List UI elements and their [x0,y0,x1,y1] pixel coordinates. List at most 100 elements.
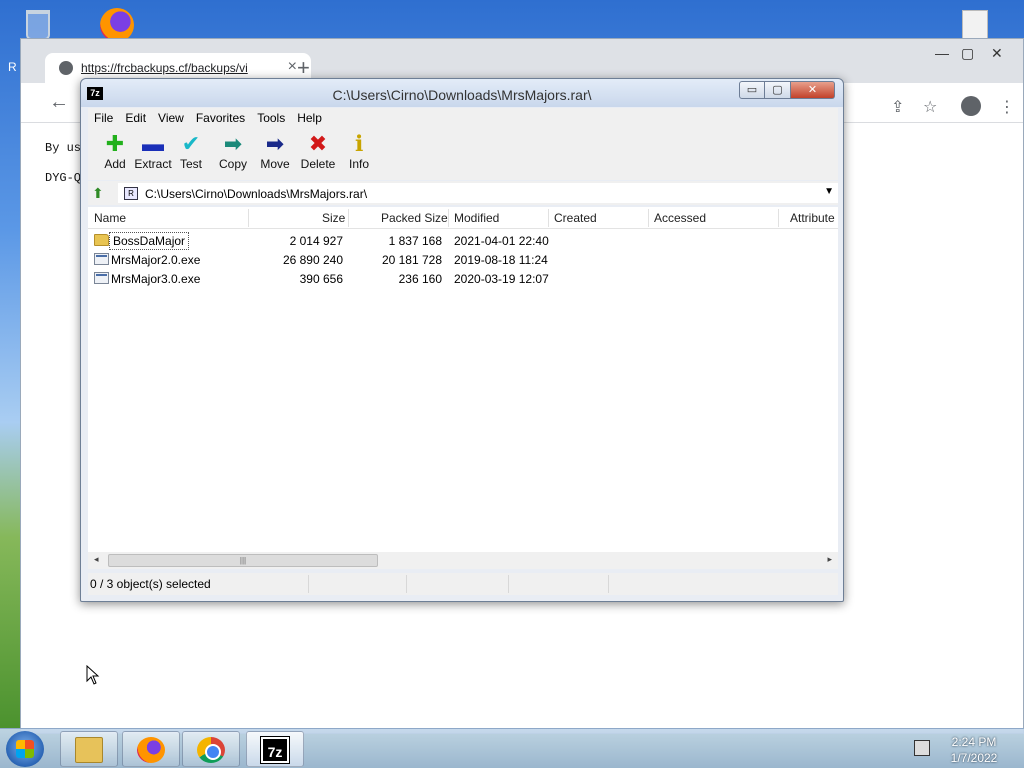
file-modified: 2019-08-18 11:24 [454,253,548,267]
check-icon: ✔ [181,131,201,156]
info-label: Info [348,157,369,171]
7zip-titlebar[interactable]: 7z C:\Users\Cirno\Downloads\MrsMajors.ra… [81,79,843,107]
table-row[interactable]: MrsMajor2.0.exe 26 890 240 20 181 728 20… [88,250,838,269]
move-label: Move [260,157,290,171]
x-icon: ✖ [308,131,328,156]
7zip-icon: 7z [260,736,290,764]
menu-file[interactable]: File [94,111,113,125]
tab-close-icon[interactable]: × [288,58,297,76]
address-dropdown-icon[interactable]: ▼ [824,186,834,197]
col-accessed[interactable]: Accessed [654,211,706,225]
mouse-cursor-icon [86,665,100,685]
taskbar: 7z [0,728,1024,768]
horizontal-scrollbar[interactable]: ◂ ||| ▸ [88,552,838,569]
clock[interactable]: 2:24 PM 1/7/2022 [940,734,1008,766]
column-header: Name Size Packed Size Modified Created A… [88,207,838,229]
firefox-taskbar-button[interactable] [122,731,180,767]
action-center-flag-icon[interactable] [914,740,930,756]
scroll-thumb[interactable]: ||| [108,554,378,567]
back-arrow-icon[interactable]: ← [49,91,69,114]
file-size: 2 014 927 [289,234,343,248]
maximize-button[interactable]: ▢ [765,81,791,99]
7zip-window: 7z C:\Users\Cirno\Downloads\MrsMajors.ra… [80,78,844,602]
col-created[interactable]: Created [554,211,597,225]
7zip-taskbar-button[interactable]: 7z [246,731,304,767]
file-size: 390 656 [299,272,343,286]
close-button[interactable]: ✕ [791,81,835,99]
7zip-toolbar: ✚ Add ▬ Extract ✔ Test ➡ Copy ➡ Move ✖ D… [88,128,838,180]
col-size[interactable]: Size [322,211,345,225]
copy-label: Copy [218,157,247,171]
delete-button[interactable]: ✖ Delete [295,132,341,176]
profile-avatar-icon[interactable] [961,96,981,116]
test-button[interactable]: ✔ Test [168,132,214,176]
scroll-left-icon[interactable]: ◂ [94,554,99,565]
tab-title: https://frcbackups.cf/backups/vi [81,61,248,75]
scroll-right-icon[interactable]: ▸ [827,554,832,565]
start-button[interactable] [6,731,44,767]
menu-help[interactable]: Help [297,111,322,125]
copy-button[interactable]: ➡ Copy [210,132,256,176]
menu-bar: File Edit View Favorites Tools Help [88,108,838,128]
move-button[interactable]: ➡ Move [252,132,298,176]
col-packed-size[interactable]: Packed Size [381,211,448,225]
address-bar: ⬆ R C:\Users\Cirno\Downloads\MrsMajors.r… [88,181,838,205]
col-attributes[interactable]: Attribute [790,211,835,225]
share-icon[interactable]: ⇪ [891,97,904,117]
col-name[interactable]: Name [94,211,126,225]
chrome-icon [197,737,225,763]
delete-label: Delete [300,157,336,171]
file-name: MrsMajor2.0.exe [111,253,201,267]
bookmark-star-icon[interactable]: ☆ [923,97,937,117]
table-row[interactable]: BossDaMajor 2 014 927 1 837 168 2021-04-… [88,231,838,250]
tab-strip: https://frcbackups.cf/backups/vi × + — ▢… [21,39,1023,83]
new-tab-icon[interactable]: + [297,57,310,79]
test-label: Test [179,157,202,171]
file-name: MrsMajor3.0.exe [111,272,201,286]
windows-logo-icon [16,740,34,758]
recycle-bin-icon[interactable] [18,4,58,40]
desktop-label-fragment: R [8,60,17,74]
menu-dots-icon[interactable]: ⋮ [999,97,1015,117]
firefox-icon [137,737,165,763]
status-text: 0 / 3 object(s) selected [90,577,211,591]
file-packed-size: 1 837 168 [388,234,442,248]
double-arrow-icon: ➡ [223,131,243,156]
window-title: C:\Users\Cirno\Downloads\MrsMajors.rar\ [332,87,592,103]
status-bar: 0 / 3 object(s) selected [88,573,838,595]
explorer-taskbar-button[interactable] [60,731,118,767]
arrow-right-icon: ➡ [265,131,285,156]
window-controls: ▭ ▢ ✕ [739,81,835,101]
address-text: C:\Users\Cirno\Downloads\MrsMajors.rar\ [145,187,368,201]
folder-icon [94,234,109,246]
file-packed-size: 20 181 728 [381,253,442,267]
recycle-bin-shape [26,10,50,40]
info-icon: ℹ [354,131,364,156]
globe-icon [59,61,73,75]
exe-file-icon [94,272,109,284]
archive-icon: R [124,187,138,200]
info-button[interactable]: ℹ Info [336,132,382,176]
chrome-taskbar-button[interactable] [182,731,240,767]
address-field[interactable]: R C:\Users\Cirno\Downloads\MrsMajors.rar… [118,183,838,203]
clock-time: 2:24 PM [951,735,997,749]
file-modified: 2021-04-01 22:40 [454,234,549,248]
file-list: Name Size Packed Size Modified Created A… [88,207,838,567]
menu-edit[interactable]: Edit [125,111,146,125]
menu-tools[interactable]: Tools [257,111,285,125]
minimize-button[interactable]: ▭ [739,81,765,99]
browser-maximize-icon[interactable]: ▢ [961,45,974,62]
col-modified[interactable]: Modified [454,211,499,225]
browser-close-icon[interactable]: ✕ [991,45,1003,62]
file-packed-size: 236 160 [398,272,442,286]
menu-favorites[interactable]: Favorites [196,111,245,125]
table-row[interactable]: MrsMajor3.0.exe 390 656 236 160 2020-03-… [88,269,838,288]
file-modified: 2020-03-19 12:07 [454,272,549,286]
menu-view[interactable]: View [158,111,184,125]
browser-minimize-icon[interactable]: — [935,45,949,61]
file-size: 26 890 240 [282,253,343,267]
exe-file-icon [94,253,109,265]
clock-date: 1/7/2022 [950,751,998,765]
file-name: BossDaMajor [108,232,190,250]
up-folder-icon[interactable]: ⬆ [92,185,108,201]
